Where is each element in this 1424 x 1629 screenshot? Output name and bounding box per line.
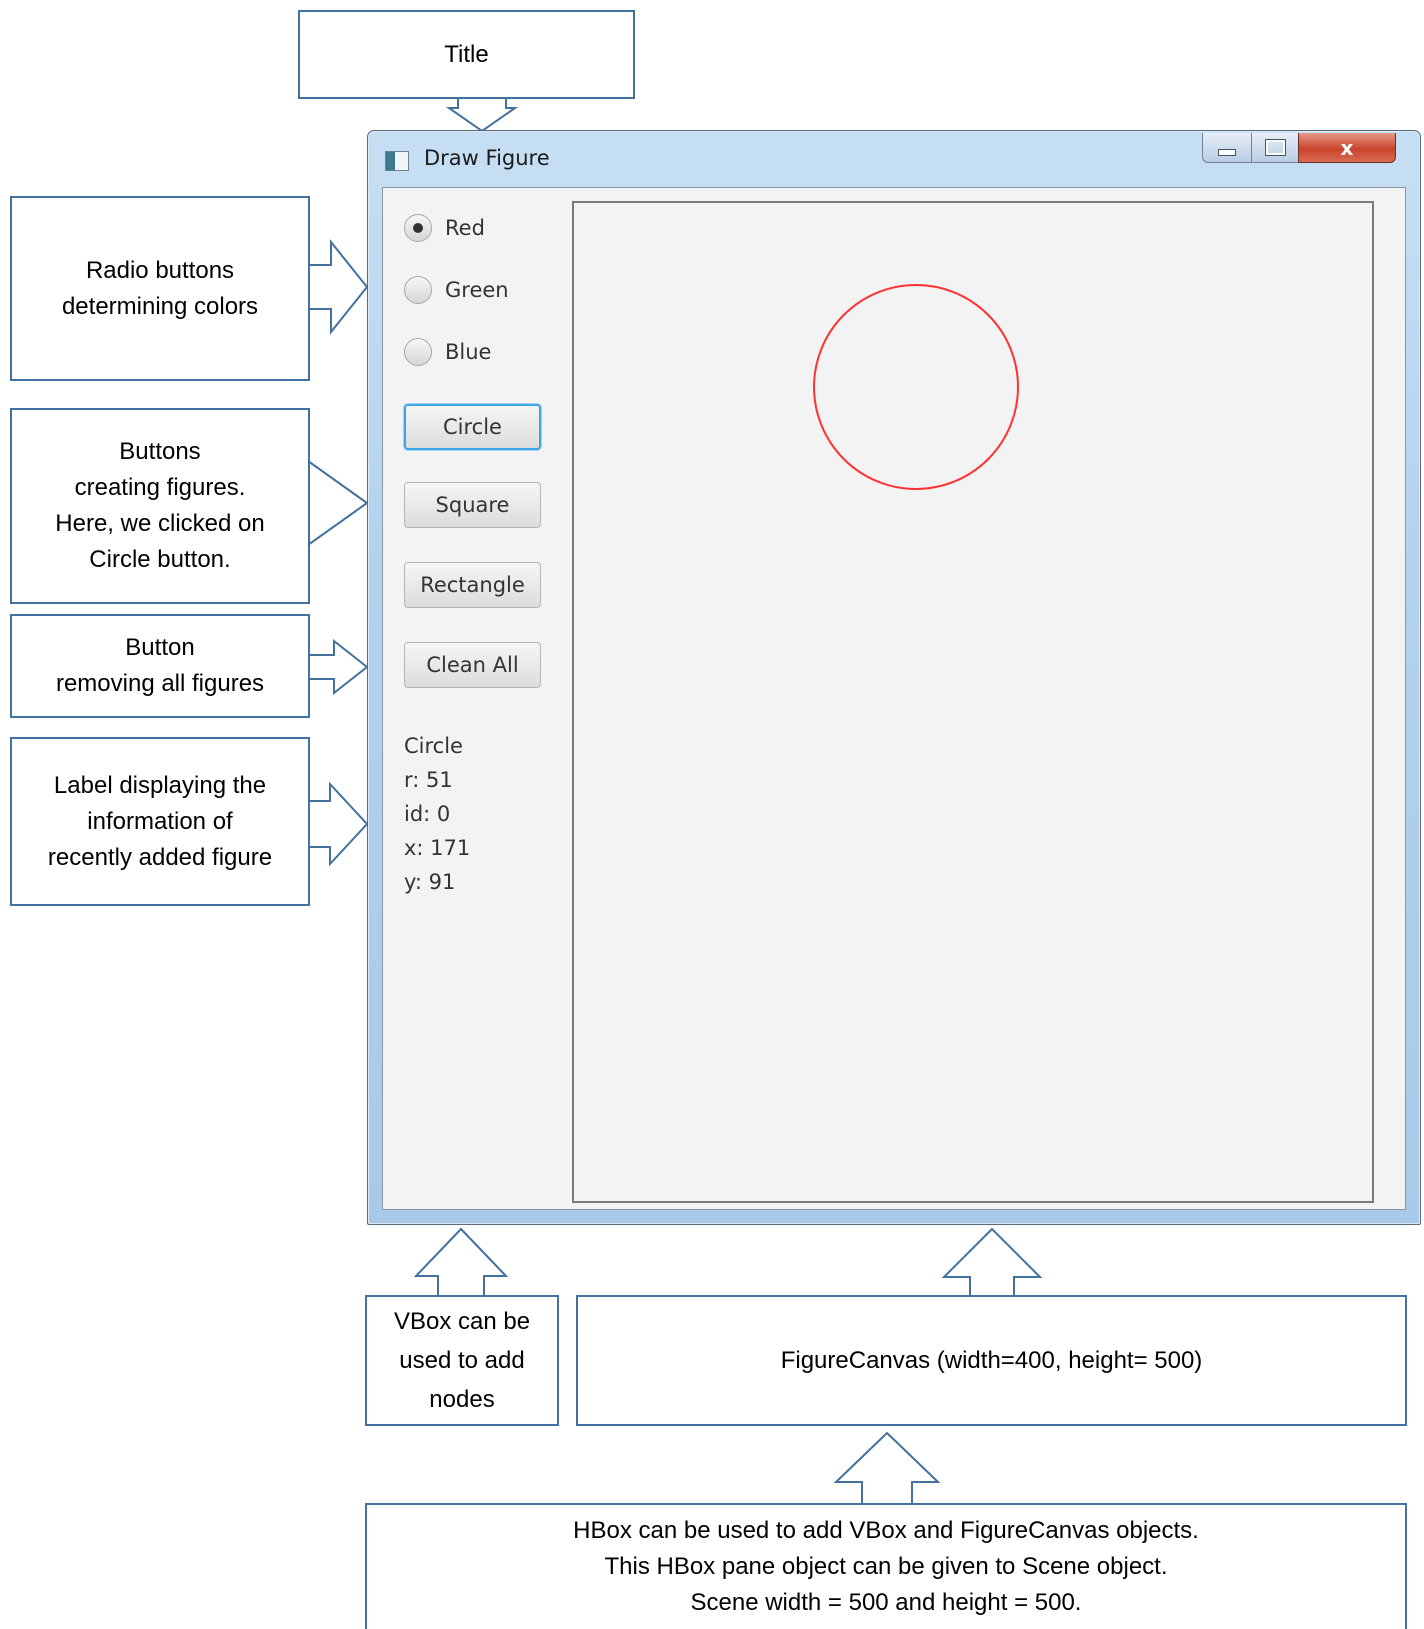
title-arrow — [445, 97, 519, 133]
label-arrow — [308, 781, 369, 867]
radio-red-label: Red — [445, 216, 485, 240]
minimize-button[interactable] — [1202, 133, 1252, 163]
info-line-id: id: 0 — [404, 802, 451, 826]
maximize-button[interactable] — [1251, 133, 1299, 163]
radio-blue-indicator[interactable] — [404, 338, 432, 366]
title-bar[interactable]: Draw Figure x — [368, 131, 1420, 187]
vbox-pane: Red Green Blue Circle Square Rectangle C… — [383, 188, 575, 1209]
radio-blue-label: Blue — [445, 340, 492, 364]
hbox-arrow — [833, 1431, 941, 1505]
label-callout: Label displaying the information of rece… — [10, 737, 310, 906]
rectangle-button[interactable]: Rectangle — [404, 562, 541, 608]
square-button[interactable]: Square — [404, 482, 541, 528]
figure-canvas-drawing — [813, 284, 1019, 490]
vbox-arrow — [413, 1227, 509, 1297]
radio-green-label: Green — [445, 278, 509, 302]
hbox-pane: Red Green Blue Circle Square Rectangle C… — [382, 187, 1406, 1210]
figure-canvas-callout: FigureCanvas (width=400, height= 500) — [576, 1295, 1407, 1426]
title-callout: Title — [298, 10, 635, 99]
maximize-icon — [1252, 133, 1298, 162]
circle-button[interactable]: Circle — [404, 404, 541, 450]
info-line-y: y: 91 — [404, 870, 456, 894]
info-line-radius: r: 51 — [404, 768, 453, 792]
radio-buttons-callout-text: Radio buttons determining colors — [61, 256, 259, 320]
draw-figure-window: Draw Figure x Red Green Blue Circle Squa… — [367, 130, 1421, 1225]
title-callout-text: Title — [444, 40, 489, 68]
radio-buttons-callout: Radio buttons determining colors — [10, 196, 310, 381]
info-line-type: Circle — [404, 734, 463, 758]
close-icon: x — [1340, 135, 1354, 160]
radio-blue[interactable]: Blue — [404, 334, 491, 370]
close-button[interactable]: x — [1298, 133, 1396, 163]
info-line-x: x: 171 — [404, 836, 471, 860]
clean-button-callout-text: Button removing all figures — [55, 634, 265, 697]
canvas-arrow — [941, 1227, 1043, 1297]
hbox-callout: HBox can be used to add VBox and FigureC… — [365, 1503, 1407, 1629]
hbox-callout-text: HBox can be used to add VBox and FigureC… — [573, 1517, 1199, 1616]
figure-canvas-callout-text: FigureCanvas (width=400, height= 500) — [780, 1346, 1203, 1374]
figure-info-label: Circle r: 51 id: 0 x: 171 y: 91 — [404, 729, 470, 899]
radio-green-indicator[interactable] — [404, 276, 432, 304]
app-icon — [385, 151, 409, 171]
radio-green[interactable]: Green — [404, 272, 509, 308]
vbox-callout: VBox can be used to add nodes — [365, 1295, 559, 1426]
red-circle-figure — [813, 284, 1019, 490]
figure-canvas[interactable] — [572, 201, 1374, 1203]
clean-button-callout: Button removing all figures — [10, 614, 310, 718]
minimize-icon — [1203, 133, 1251, 162]
buttons-callout: Buttons creating figures. Here, we click… — [10, 408, 310, 604]
clean-arrow — [308, 638, 369, 696]
label-callout-text: Label displaying the information of rece… — [47, 771, 273, 871]
clean-all-button[interactable]: Clean All — [404, 642, 541, 688]
radio-red-indicator[interactable] — [404, 214, 432, 242]
window-title: Draw Figure — [424, 146, 550, 170]
radio-red[interactable]: Red — [404, 210, 485, 246]
radio-arrow — [308, 239, 369, 335]
buttons-callout-text: Buttons creating figures. Here, we click… — [55, 438, 265, 573]
vbox-callout-text: VBox can be used to add nodes — [393, 1308, 531, 1413]
